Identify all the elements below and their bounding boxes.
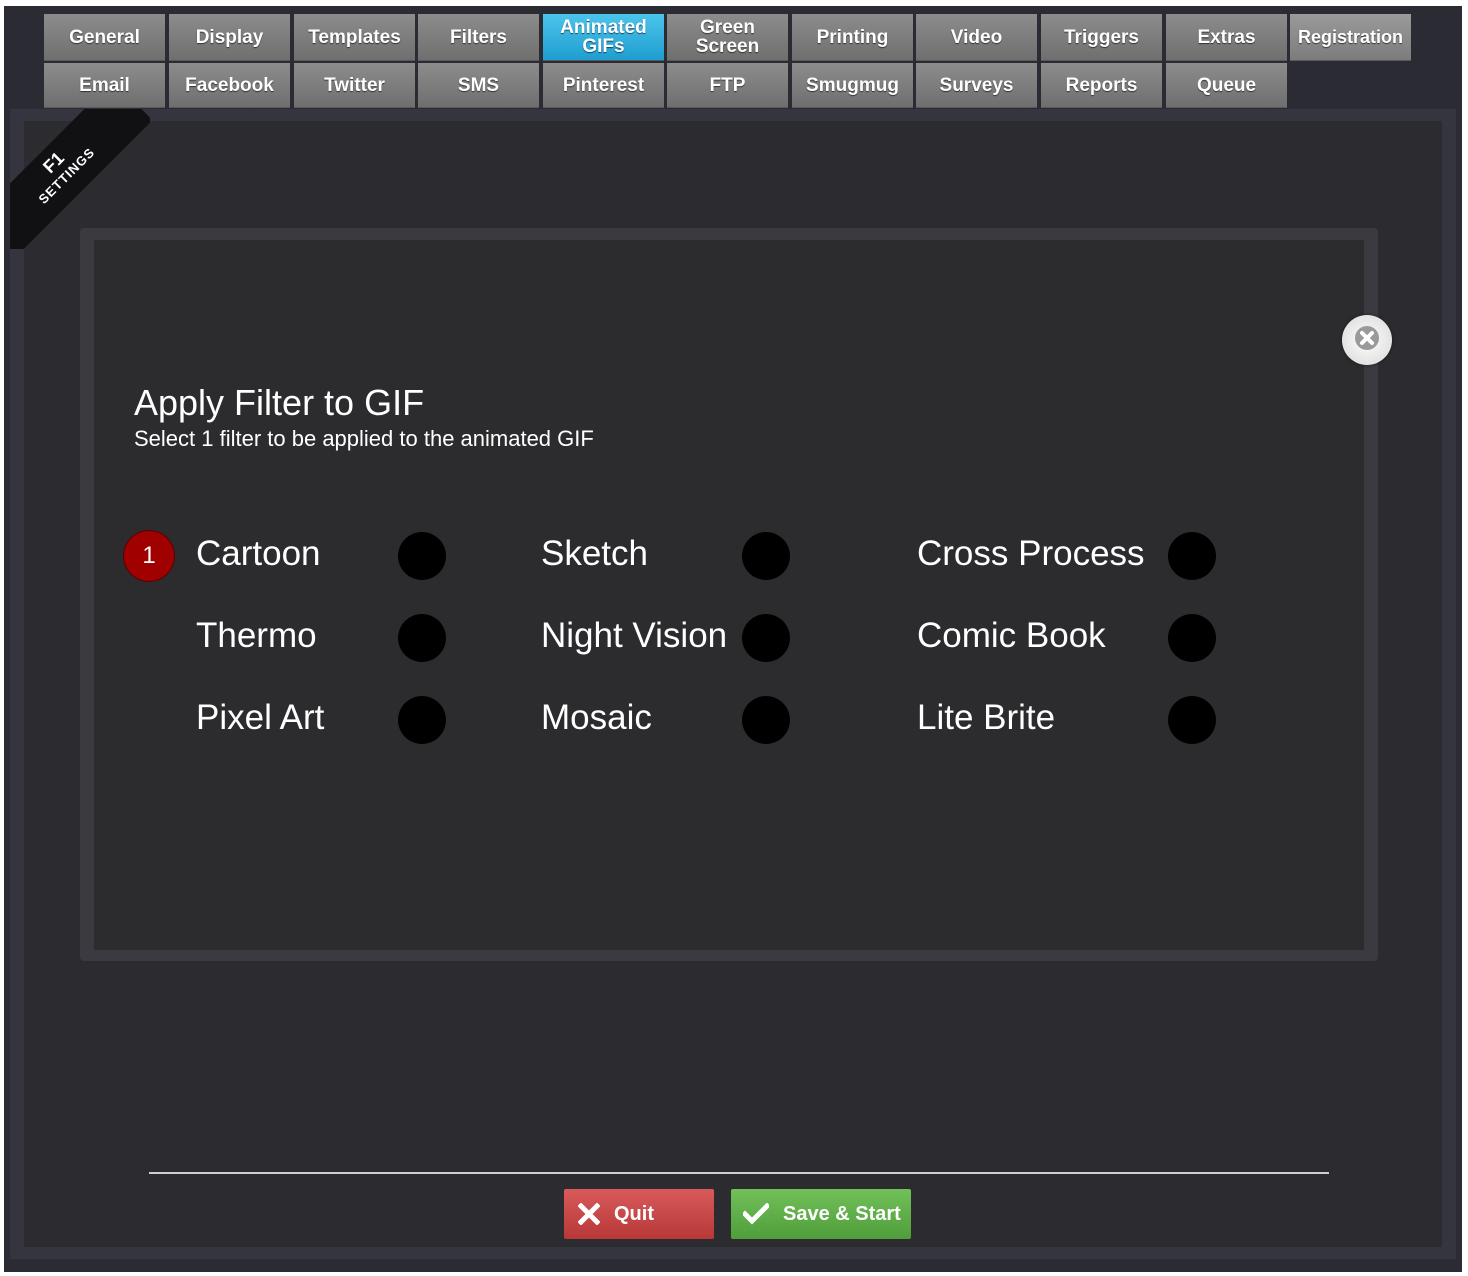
tab-facebook[interactable]: Facebook [169,63,290,108]
tab-label: Filters [449,26,508,48]
save-start-label: Save & Start [783,1202,901,1225]
quit-button[interactable]: Quit [564,1189,714,1239]
tab-label: Reports [1065,74,1138,96]
filter-label-lite-brite[interactable]: Lite Brite [917,698,1055,738]
save-start-button[interactable]: Save & Start [731,1189,911,1239]
filter-label-cartoon[interactable]: Cartoon [196,534,321,574]
tab-pinterest[interactable]: Pinterest [543,63,664,108]
app-window: General Display Templates Filters Animat… [4,6,1462,1272]
filter-label-cross-process[interactable]: Cross Process [917,534,1145,574]
tab-label-line2: Screen [695,36,760,57]
tab-label-line1: Animated [560,17,647,38]
filter-radio-night-vision[interactable] [742,614,790,662]
filter-radio-comic-book[interactable] [1168,614,1216,662]
tab-green-screen[interactable]: Green Screen [667,14,788,61]
tab-label: Pinterest [562,74,645,96]
selected-count-badge: 1 [124,531,174,581]
filter-radio-cross-process[interactable] [1168,532,1216,580]
filter-radio-cartoon[interactable] [398,532,446,580]
filter-dialog [80,228,1378,961]
filter-label-night-vision[interactable]: Night Vision [541,616,727,656]
tab-templates[interactable]: Templates [294,14,415,61]
tab-label-line2: GIFs [582,36,625,57]
filter-label-pixel-art[interactable]: Pixel Art [196,698,324,738]
tab-sms[interactable]: SMS [418,63,539,108]
tab-queue[interactable]: Queue [1166,63,1287,108]
tab-registration[interactable]: Registration [1290,14,1411,61]
filter-radio-pixel-art[interactable] [398,696,446,744]
tab-triggers[interactable]: Triggers [1041,14,1162,61]
tab-label: Printing [816,26,889,48]
dialog-title: Apply Filter to GIF [134,382,425,423]
tab-animated-gifs[interactable]: Animated GIFs [543,14,664,61]
filter-radio-lite-brite[interactable] [1168,696,1216,744]
quit-label: Quit [614,1202,654,1225]
tab-label: Green Screen [696,18,759,56]
tab-label: Video [950,26,1003,48]
tab-label: Extras [1197,26,1256,48]
tab-label: Email [79,74,130,96]
tab-extras[interactable]: Extras [1166,14,1287,61]
tab-label: SMS [457,74,500,96]
tab-label: Twitter [324,74,385,96]
dialog-subtitle: Select 1 filter to be applied to the ani… [134,426,594,451]
tab-general[interactable]: General [44,14,165,61]
filter-label-thermo[interactable]: Thermo [196,616,317,656]
filter-label-comic-book[interactable]: Comic Book [917,616,1106,656]
filter-dialog-body [94,240,1364,950]
tab-printing[interactable]: Printing [792,14,913,61]
tab-label: Facebook [185,74,274,96]
tab-label: General [69,26,140,48]
tab-label-line1: Green [700,17,755,38]
filter-label-sketch[interactable]: Sketch [541,534,648,574]
tab-display[interactable]: Display [169,14,290,61]
tab-label: Registration [1297,26,1403,47]
close-button[interactable] [1342,315,1392,365]
filter-label-mosaic[interactable]: Mosaic [541,698,652,738]
filter-radio-thermo[interactable] [398,614,446,662]
filter-radio-sketch[interactable] [742,532,790,580]
tab-label: Queue [1196,74,1257,96]
tab-surveys[interactable]: Surveys [916,63,1037,108]
tab-label: FTP [709,74,746,96]
tab-label: Triggers [1064,26,1139,48]
tab-twitter[interactable]: Twitter [294,63,415,108]
tab-label: Display [195,26,264,48]
tab-video[interactable]: Video [916,14,1037,61]
tab-filters[interactable]: Filters [418,14,539,61]
check-icon [743,1203,769,1225]
tab-smugmug[interactable]: Smugmug [792,63,913,108]
footer-divider [149,1172,1329,1174]
filter-radio-mosaic[interactable] [742,696,790,744]
close-icon [1354,325,1380,356]
tab-reports[interactable]: Reports [1041,63,1162,108]
tab-label: Surveys [939,74,1014,96]
x-icon [578,1203,600,1225]
tab-ftp[interactable]: FTP [667,63,788,108]
tab-label: Templates [308,26,401,48]
tab-label: Smugmug [806,74,899,96]
tab-label: Animated GIFs [560,18,647,56]
tab-email[interactable]: Email [44,63,165,108]
